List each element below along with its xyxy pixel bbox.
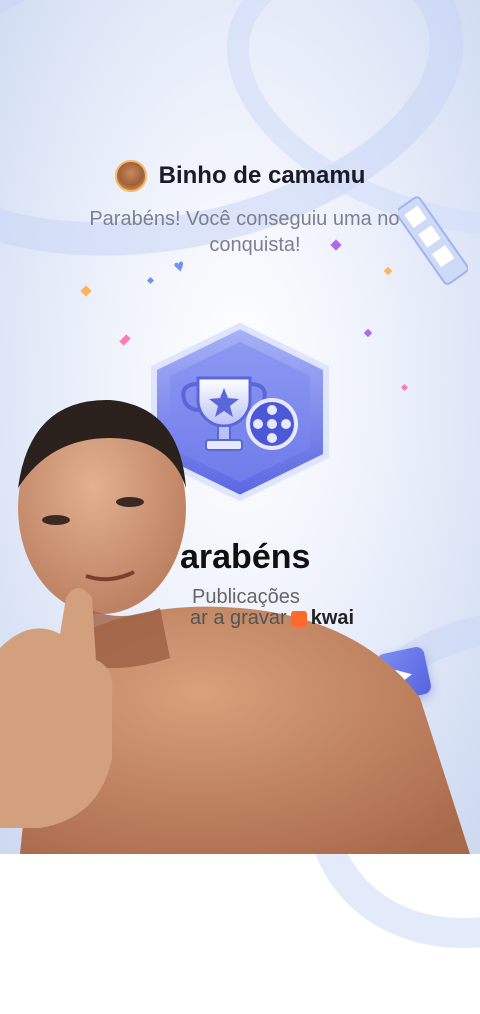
film-strip-icon <box>398 196 468 285</box>
record-text: ar a gravar kwai <box>190 607 354 630</box>
kwai-logo-icon <box>290 610 307 627</box>
achievement-subtitle: Parabéns! Você conseguiu uma nova conqui… <box>89 208 421 256</box>
user-header: Binho de camamu <box>0 158 480 194</box>
avatar[interactable] <box>114 160 147 192</box>
congrats-text: arabéns <box>180 538 311 576</box>
publications-text: Publicações <box>192 586 300 608</box>
username[interactable]: Binho de camamu <box>159 162 366 190</box>
record-label: ar a gravar <box>190 607 287 629</box>
brand-text: kwai <box>310 607 355 629</box>
